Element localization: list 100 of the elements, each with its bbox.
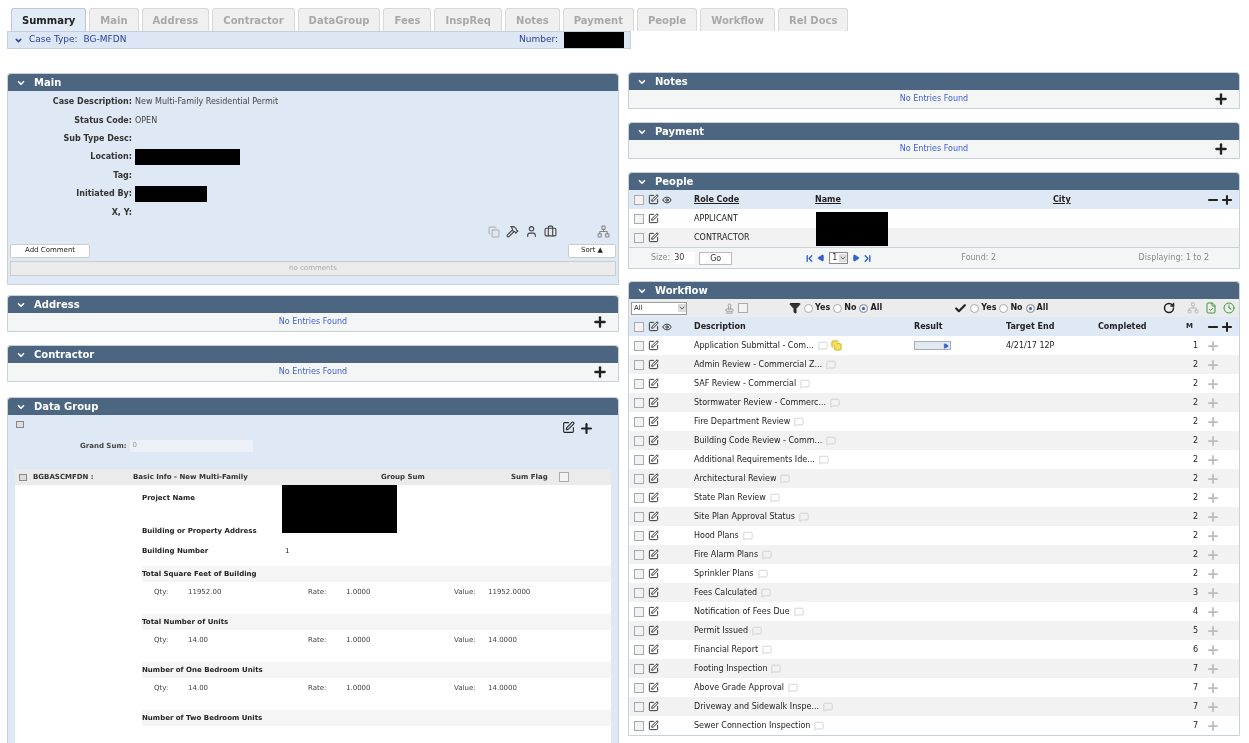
edit-icon[interactable] xyxy=(648,435,659,446)
edit-icon[interactable] xyxy=(648,232,659,243)
next-page-icon[interactable] xyxy=(852,254,861,262)
check-icon[interactable] xyxy=(954,301,968,315)
comment-icon[interactable] xyxy=(780,473,791,484)
edit-icon[interactable] xyxy=(648,530,659,541)
panel-header[interactable]: Address xyxy=(8,296,618,313)
comment-icon[interactable] xyxy=(761,587,772,598)
column-header[interactable]: Description xyxy=(694,320,914,333)
edit-icon[interactable] xyxy=(648,473,659,484)
hierarchy-icon[interactable] xyxy=(597,225,610,239)
comment-icon[interactable] xyxy=(814,720,825,731)
checkbox[interactable] xyxy=(634,644,644,655)
edit-icon[interactable] xyxy=(562,421,575,434)
person-icon[interactable] xyxy=(525,225,538,239)
tab[interactable]: Summary xyxy=(11,8,87,31)
add-icon[interactable] xyxy=(1213,141,1229,157)
radio-button[interactable] xyxy=(970,303,980,313)
edit-icon[interactable] xyxy=(648,194,659,205)
add-icon[interactable] xyxy=(579,421,594,436)
checkbox[interactable] xyxy=(559,472,569,482)
edit-icon[interactable] xyxy=(648,340,659,351)
edit-icon[interactable] xyxy=(648,663,659,674)
comment-icon[interactable] xyxy=(771,663,782,674)
edit-icon[interactable] xyxy=(648,606,659,617)
checkbox[interactable] xyxy=(634,213,644,224)
checkbox[interactable] xyxy=(738,303,748,313)
comment-icon[interactable] xyxy=(762,549,773,560)
edit-icon[interactable] xyxy=(648,454,659,465)
edit-icon[interactable] xyxy=(648,416,659,427)
documents-icon[interactable] xyxy=(830,340,842,351)
add-icon[interactable] xyxy=(592,314,608,330)
add-icon[interactable] xyxy=(1220,192,1234,207)
edit-icon[interactable] xyxy=(648,359,659,370)
checkbox[interactable] xyxy=(634,549,644,560)
comment-icon[interactable] xyxy=(742,530,753,541)
checkbox[interactable] xyxy=(634,378,644,389)
column-header[interactable]: Name xyxy=(815,193,1053,206)
refresh-icon[interactable] xyxy=(1163,302,1175,314)
checkbox[interactable] xyxy=(634,568,644,579)
checkbox[interactable] xyxy=(634,511,644,522)
comment-icon[interactable] xyxy=(817,340,828,351)
result-dropdown[interactable] xyxy=(914,341,951,350)
comment-icon[interactable] xyxy=(818,454,829,465)
checkbox[interactable] xyxy=(634,663,644,674)
comment-icon[interactable] xyxy=(752,625,763,636)
checkbox[interactable] xyxy=(634,232,644,243)
checkbox[interactable] xyxy=(634,492,644,503)
checkbox[interactable] xyxy=(634,397,644,408)
comment-icon[interactable] xyxy=(788,682,799,693)
edit-icon[interactable] xyxy=(648,397,659,408)
page-select[interactable]: 1 xyxy=(829,252,849,264)
checkbox[interactable] xyxy=(634,435,644,446)
edit-icon[interactable] xyxy=(648,378,659,389)
panel-header[interactable]: Workflow xyxy=(629,282,1239,299)
comment-icon[interactable] xyxy=(799,511,809,522)
view-icon[interactable] xyxy=(662,194,672,205)
clock-icon[interactable] xyxy=(1223,302,1235,314)
comment-icon[interactable] xyxy=(769,492,780,503)
comment-icon[interactable] xyxy=(823,701,833,712)
add-icon[interactable] xyxy=(1213,91,1229,107)
edit-icon[interactable] xyxy=(648,511,659,522)
comment-icon[interactable] xyxy=(794,416,805,427)
radio-button[interactable] xyxy=(859,303,869,313)
edit-icon[interactable] xyxy=(648,682,659,693)
radio-button[interactable] xyxy=(804,303,813,313)
edit-icon[interactable] xyxy=(648,321,659,332)
checkbox[interactable] xyxy=(634,473,644,484)
comment-icon[interactable] xyxy=(830,397,841,408)
tree-icon[interactable] xyxy=(1187,302,1199,314)
comment-icon[interactable] xyxy=(826,435,837,446)
checkbox[interactable] xyxy=(634,720,644,731)
filter-icon[interactable] xyxy=(789,302,801,314)
stamp-icon[interactable] xyxy=(724,302,735,314)
panel-header[interactable]: People xyxy=(629,173,1239,190)
edit-icon[interactable] xyxy=(648,213,659,224)
radio-button[interactable] xyxy=(999,303,1009,313)
column-header[interactable]: Target End xyxy=(1006,320,1098,333)
previous-page-icon[interactable] xyxy=(817,254,826,262)
column-header[interactable]: City xyxy=(1053,193,1071,206)
column-header[interactable]: Completed xyxy=(1098,320,1186,333)
comment-icon[interactable] xyxy=(757,568,768,579)
size-field[interactable]: 30 xyxy=(673,252,696,264)
column-header[interactable]: Result xyxy=(914,320,1006,333)
panel-header[interactable]: Data Group xyxy=(8,398,618,415)
radio-button[interactable] xyxy=(1025,303,1035,313)
document-check-icon[interactable] xyxy=(1205,302,1217,314)
checkbox[interactable] xyxy=(634,416,644,427)
add-icon[interactable] xyxy=(1220,319,1234,334)
panel-header[interactable]: Main xyxy=(8,74,618,91)
add-icon[interactable] xyxy=(592,364,608,380)
edit-icon[interactable] xyxy=(648,625,659,636)
edit-icon[interactable] xyxy=(648,644,659,655)
edit-icon[interactable] xyxy=(648,568,659,579)
comment-icon[interactable] xyxy=(800,378,811,389)
comment-icon[interactable] xyxy=(826,359,837,370)
collapse-box-icon[interactable] xyxy=(19,473,27,481)
checkbox[interactable] xyxy=(634,359,644,370)
checkbox[interactable] xyxy=(634,701,644,712)
edit-icon[interactable] xyxy=(648,720,659,731)
